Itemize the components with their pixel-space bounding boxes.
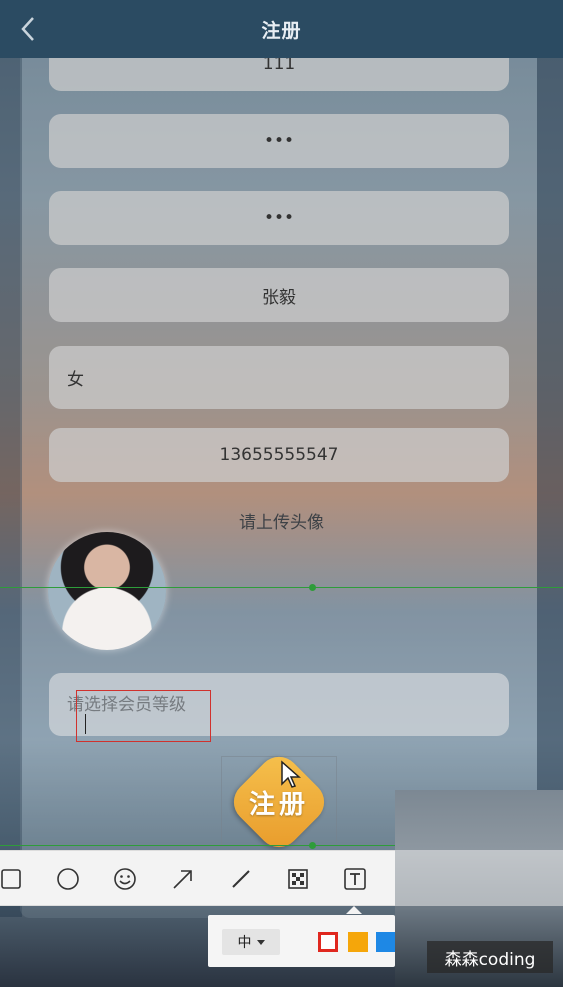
arrow-tool[interactable] [168,864,198,894]
left-edge-shade [0,58,22,917]
color-swatch-red[interactable] [318,932,338,952]
guide-handle-top[interactable] [309,584,316,591]
text-caret [85,714,86,734]
emoji-tool[interactable] [110,864,140,894]
right-edge-shade [537,58,563,917]
toolbar-pointer [346,906,362,914]
guide-line-top [0,587,563,588]
text-annotation-box[interactable] [76,690,211,742]
rectangle-icon [1,869,21,889]
rectangle-tool[interactable] [0,864,26,894]
pen-tool[interactable] [226,864,256,894]
avatar-upload-hint[interactable]: 请上传头像 [0,508,563,533]
annotation-toolbar [0,850,395,906]
password-field[interactable]: ••• [49,114,509,168]
mosaic-icon [288,869,308,889]
avatar[interactable] [48,532,166,650]
page-title: 注册 [261,19,302,42]
chevron-left-icon [21,17,34,41]
emoji-icon [114,868,136,890]
font-size-label: 中 [237,935,252,951]
ellipse-tool[interactable] [53,864,83,894]
gender-field[interactable]: 女 [49,346,509,409]
watermark: 森森coding [427,941,553,973]
blurred-toolbar-region [395,850,563,906]
header-bar: 注册 [0,0,563,58]
text-tool[interactable] [340,864,370,894]
confirm-password-field[interactable]: ••• [49,191,509,245]
font-size-select[interactable]: 中 [222,929,280,955]
guide-handle-bottom[interactable] [309,842,316,849]
arrow-icon [173,870,192,889]
register-button[interactable]: 注册 [219,748,339,856]
chevron-down-icon [256,939,265,945]
text-options-panel: 中 [208,915,395,967]
color-swatch-blue[interactable] [376,932,395,952]
mosaic-tool[interactable] [283,864,313,894]
name-field[interactable]: 张毅 [49,268,509,322]
back-button[interactable] [16,14,40,44]
mouse-cursor-icon [281,760,301,788]
phone-field[interactable]: 13655555547 [49,428,509,482]
text-icon [344,868,366,890]
ellipse-icon [57,868,79,890]
pen-icon [232,870,250,888]
phone-app-screen: 注册 111 ••• ••• 张毅 女 13655555547 请上传头像 注册 [0,0,563,987]
color-swatch-yellow[interactable] [348,932,368,952]
